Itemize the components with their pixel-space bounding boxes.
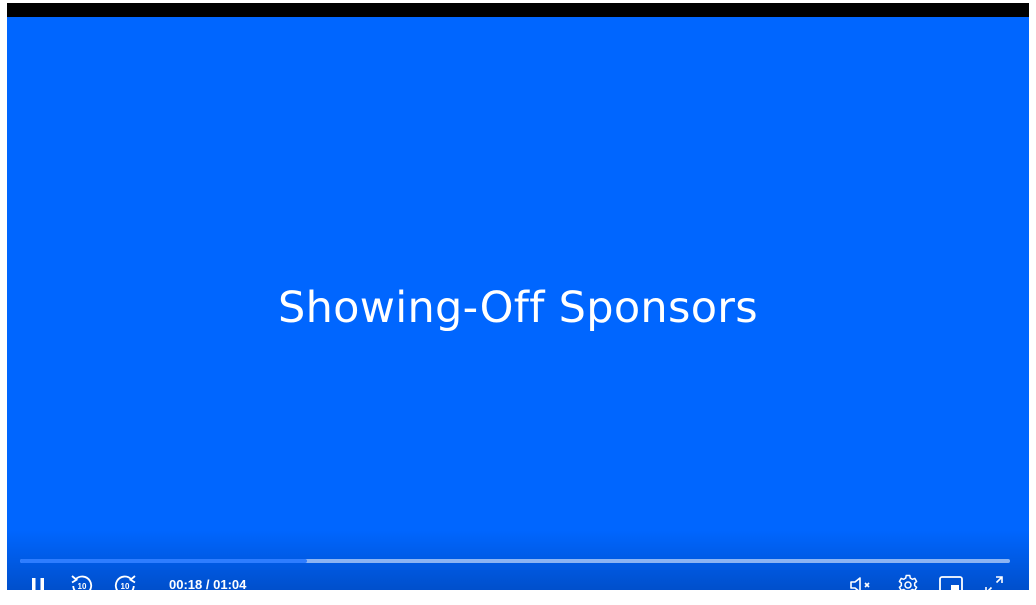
video-title-text: Showing-Off Sponsors: [278, 283, 758, 333]
video-frame[interactable]: Showing-Off Sponsors: [7, 17, 1029, 590]
forward-10-icon: 10: [114, 575, 136, 590]
pause-icon: [32, 578, 44, 590]
fullscreen-icon: [985, 576, 1003, 590]
skip-back-seconds: 10: [78, 582, 87, 590]
volume-muted-icon: [850, 577, 870, 590]
progress-played: [20, 559, 308, 563]
fullscreen-button[interactable]: [981, 572, 1007, 590]
picture-in-picture-icon: [939, 576, 963, 590]
time-separator: /: [205, 577, 210, 590]
skip-back-button[interactable]: 10: [69, 571, 95, 590]
current-time: 00:18: [169, 577, 203, 590]
gear-icon: [898, 574, 918, 590]
control-bar: 10 10 00:18 / 01:04: [7, 569, 1029, 590]
pause-button[interactable]: [27, 573, 49, 590]
skip-forward-button[interactable]: 10: [112, 571, 138, 590]
skip-forward-seconds: 10: [121, 582, 130, 590]
settings-button[interactable]: [895, 572, 921, 590]
pip-button[interactable]: [937, 573, 965, 590]
duration: 01:04: [213, 577, 247, 590]
video-player[interactable]: Showing-Off Sponsors 10 10 00:18 / 01:04: [7, 3, 1029, 590]
progress-bar[interactable]: [20, 559, 1010, 563]
mute-button[interactable]: [847, 573, 877, 590]
time-readout: 00:18 / 01:04: [169, 577, 246, 590]
rewind-10-icon: 10: [71, 575, 93, 590]
